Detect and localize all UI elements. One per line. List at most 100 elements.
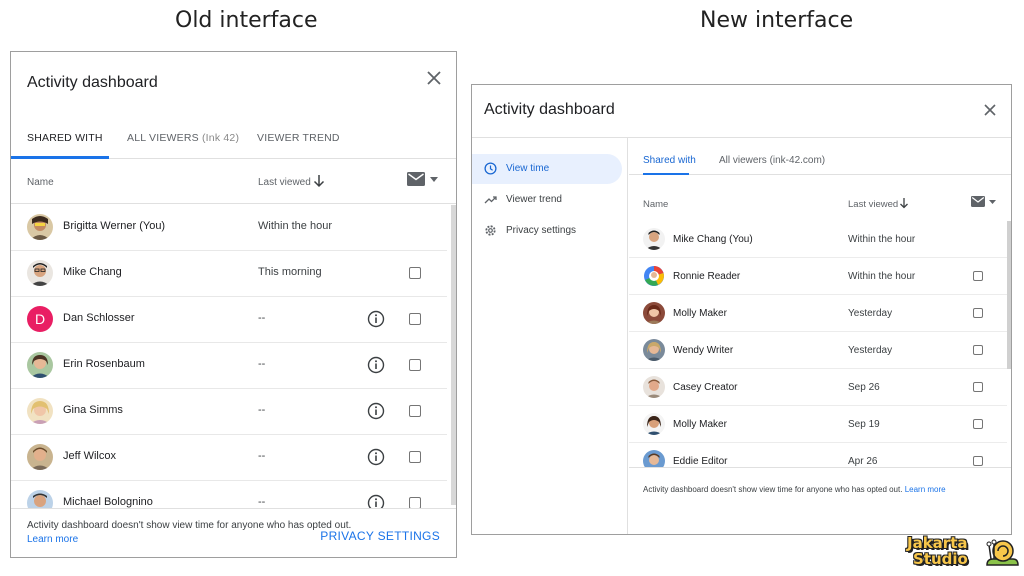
sidebar-item-label: Privacy settings [506, 225, 577, 236]
mail-icon[interactable] [971, 196, 985, 207]
scrollbar[interactable] [1007, 221, 1011, 369]
viewer-name: Wendy Writer [673, 345, 734, 356]
close-icon[interactable] [981, 101, 999, 119]
viewer-name: Molly Maker [673, 308, 727, 319]
avatar [643, 265, 665, 287]
last-viewed-value: Yesterday [848, 345, 893, 356]
row-checkbox[interactable] [973, 271, 983, 281]
tab-all-viewers[interactable]: ALL VIEWERS (Ink 42) [127, 132, 239, 144]
table-row: Jeff Wilcox -- [11, 435, 447, 481]
avatar: D [27, 306, 53, 332]
row-checkbox[interactable] [973, 382, 983, 392]
last-viewed-value: -- [258, 450, 266, 462]
dialog-footer: Activity dashboard doesn't show view tim… [11, 508, 456, 557]
avatar [27, 398, 53, 424]
avatar [27, 352, 53, 378]
table-row: Erin Rosenbaum -- [11, 343, 447, 389]
info-icon[interactable] [367, 494, 385, 508]
row-checkbox[interactable] [973, 456, 983, 466]
info-icon[interactable] [367, 448, 385, 466]
viewer-name: Casey Creator [673, 382, 738, 393]
last-viewed-value: Sep 26 [848, 382, 880, 393]
close-icon[interactable] [424, 68, 444, 88]
avatar-initial: D [34, 311, 46, 327]
table-row: Michael Bolognino -- [11, 481, 447, 508]
viewer-list: Mike Chang (You) Within the hour Ronnie … [629, 221, 1007, 467]
tab-shared-with[interactable]: SHARED WITH [27, 132, 103, 144]
row-checkbox[interactable] [409, 267, 421, 279]
learn-more-link[interactable]: Learn more [27, 534, 78, 545]
sidebar-item-view-time[interactable]: View time [472, 154, 622, 184]
info-icon[interactable] [367, 356, 385, 374]
info-icon[interactable] [367, 402, 385, 420]
row-checkbox[interactable] [973, 345, 983, 355]
name-column-header: Name [27, 177, 54, 188]
active-tab-indicator [643, 173, 689, 175]
active-tab-indicator [11, 156, 109, 159]
viewer-list: Brigitta Werner (You) Within the hour Mi… [11, 205, 447, 508]
gear-icon [485, 225, 496, 236]
table-row: Mike Chang This morning [11, 251, 447, 297]
sidebar-item-viewer-trend[interactable]: Viewer trend [472, 185, 622, 215]
avatar [27, 214, 53, 240]
viewer-name: Ronnie Reader [673, 271, 741, 282]
dropdown-caret-icon[interactable] [989, 200, 996, 204]
tab-viewer-trend[interactable]: VIEWER TREND [257, 132, 340, 144]
row-checkbox[interactable] [409, 497, 421, 508]
sort-down-arrow-icon[interactable] [313, 174, 325, 188]
logo-line-2: Studio [913, 550, 968, 568]
opt-out-notice-text: Activity dashboard doesn't show view tim… [643, 485, 903, 494]
viewer-name: Molly Maker [673, 419, 727, 430]
dialog-title: Activity dashboard [484, 101, 615, 118]
viewer-name: Mike Chang [63, 266, 122, 278]
viewer-name: Eddie Editor [673, 456, 728, 467]
row-checkbox[interactable] [973, 419, 983, 429]
mail-icon[interactable] [407, 172, 425, 186]
last-viewed-value: -- [258, 312, 266, 324]
table-header: Name Last viewed [629, 176, 1007, 221]
name-column-header: Name [643, 199, 669, 210]
tab-bar: SHARED WITH ALL VIEWERS (Ink 42) VIEWER … [11, 126, 456, 159]
dropdown-caret-icon[interactable] [430, 177, 438, 182]
snail-icon [986, 539, 1019, 566]
table-row: Wendy Writer Yesterday [629, 332, 1007, 369]
last-viewed-column-header[interactable]: Last viewed [848, 199, 898, 210]
table-header: Name Last viewed [11, 160, 456, 204]
avatar [27, 490, 53, 508]
last-viewed-value: Within the hour [848, 271, 916, 282]
row-checkbox[interactable] [409, 451, 421, 463]
sort-down-arrow-icon[interactable] [899, 197, 909, 209]
learn-more-link[interactable]: Learn more [905, 485, 946, 494]
last-viewed-value: Apr 26 [848, 456, 878, 467]
last-viewed-value: -- [258, 404, 266, 416]
viewer-name: Jeff Wilcox [63, 450, 116, 462]
last-viewed-value: -- [258, 358, 266, 370]
row-checkbox[interactable] [973, 308, 983, 318]
last-viewed-column-header[interactable]: Last viewed [258, 177, 311, 188]
tab-shared-with[interactable]: Shared with [643, 155, 696, 166]
table-row: Mike Chang (You) Within the hour [629, 221, 1007, 258]
tab-all-viewers-label: ALL VIEWERS [127, 132, 199, 144]
tab-all-viewers[interactable]: All viewers (ink-42.com) [719, 155, 825, 166]
dialog-title: Activity dashboard [27, 74, 158, 91]
row-checkbox[interactable] [409, 359, 421, 371]
opt-out-notice: Activity dashboard doesn't show view tim… [27, 520, 352, 531]
table-row: Molly Maker Yesterday [629, 295, 1007, 332]
sidebar-item-label: Viewer trend [506, 194, 562, 205]
avatar [643, 450, 665, 467]
row-checkbox[interactable] [409, 405, 421, 417]
scrollbar[interactable] [451, 205, 456, 505]
tab-bar: Shared with All viewers (ink-42.com) [629, 138, 1011, 175]
info-icon[interactable] [367, 310, 385, 328]
sidebar-item-privacy-settings[interactable]: Privacy settings [472, 216, 622, 246]
last-viewed-value: -- [258, 496, 266, 508]
avatar [643, 339, 665, 361]
privacy-settings-button[interactable]: PRIVACY SETTINGS [320, 529, 440, 543]
row-checkbox[interactable] [409, 313, 421, 325]
table-row: Brigitta Werner (You) Within the hour [11, 205, 447, 251]
table-row: Ronnie Reader Within the hour [629, 258, 1007, 295]
viewer-name: Brigitta Werner (You) [63, 220, 166, 232]
viewer-name: Gina Simms [63, 404, 123, 416]
viewer-name: Dan Schlosser [63, 312, 135, 324]
trend-icon [484, 196, 497, 204]
